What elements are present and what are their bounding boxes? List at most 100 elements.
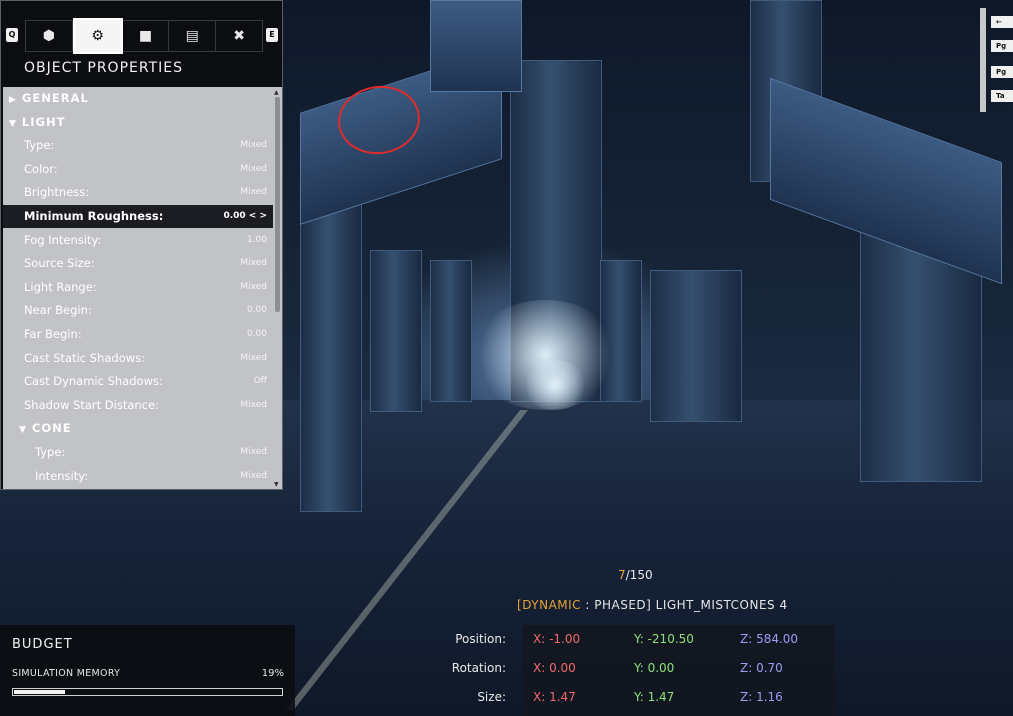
rotation-label: Rotation: [451,661,506,675]
property-label: Brightness: [24,185,89,199]
property-row[interactable]: Light Range: Mixed [3,276,273,299]
property-label: Light Range: [24,280,97,294]
property-value: Off [253,376,267,387]
property-row[interactable]: Fog Intensity: 1.00 [3,229,273,252]
label-text: Near Begin: [24,303,92,318]
label-text: LIGHT [21,114,66,129]
position-z: Z: 584.00 [740,632,799,646]
tab-map[interactable]: ▤ [169,21,217,51]
property-value: 0.00 < > [223,211,267,221]
property-row[interactable]: Shadow Start Distance: Mixed [3,394,273,417]
property-label: Minimum Roughness: [24,209,163,223]
property-label: Color: [24,162,58,176]
size-y: Y: 1.47 [634,690,675,704]
property-value: Mixed [240,187,267,198]
tab-tools[interactable]: ✖ [216,21,262,51]
section-label: ▼ LIGHT [9,115,65,129]
property-value: Mixed [240,352,267,363]
property-value: Mixed [240,399,267,410]
rotation-y: Y: 0.00 [634,661,675,675]
simulation-memory-bar [12,688,283,696]
label-text: Cast Dynamic Shadows: [24,374,163,389]
property-row[interactable]: Color: Mixed [3,158,273,181]
property-value: Mixed [240,281,267,292]
property-row[interactable]: Type: Mixed [3,134,273,157]
property-label: Cast Dynamic Shadows: [24,374,163,388]
property-row[interactable]: Cast Static Shadows: Mixed [3,347,273,370]
collapse-arrow-icon[interactable]: ▼ [19,425,27,435]
property-value: Mixed [240,470,267,481]
property-value: 1.00 [246,234,267,245]
section-label: ▼ CONE [19,421,72,435]
properties-scrollbar[interactable]: ▲ ▼ [274,89,280,488]
rotation-z: Z: 0.70 [740,661,783,675]
gear-icon: ⚙ [91,28,104,44]
property-row[interactable]: Type: Mixed [3,441,273,464]
label-text: CONE [31,421,72,436]
budget-panel: BUDGET SIMULATION MEMORY 19% [0,625,295,716]
scrollbar-thumb[interactable] [275,97,280,312]
label-text: Light Range: [24,279,97,294]
key-hint-tab: Ta [991,90,1013,102]
panel-title: OBJECT PROPERTIES [24,60,183,76]
property-label: Source Size: [24,256,95,270]
label-text: Type: [35,445,66,459]
label-text: Type: [24,138,55,153]
position-label: Position: [455,632,506,646]
property-label: Far Begin: [24,327,82,341]
simulation-memory-fill [14,690,65,694]
property-label: Near Begin: [24,303,92,317]
key-hint-pageup: Pg [991,40,1013,52]
tools-icon: ✖ [233,28,245,44]
tab-folders[interactable]: ■ [123,21,170,51]
property-label: Type: [24,138,54,152]
simulation-memory-label: SIMULATION MEMORY [12,668,121,679]
property-label: Type: [35,445,65,459]
section-header[interactable]: ▼ LIGHT [3,111,273,134]
property-row[interactable]: Source Size: Mixed [3,252,273,275]
label-text: GENERAL [21,91,89,105]
label-text: Fog Intensity: [24,232,102,247]
property-row[interactable]: Near Begin: 0.00 [3,299,273,322]
size-x: X: 1.47 [533,690,576,704]
left-far-pillar [430,260,472,402]
expand-arrow-icon[interactable]: ▶ [9,95,17,105]
scroll-up-arrow-icon[interactable]: ▲ [274,89,279,96]
key-hint-back: ← [991,16,1013,28]
property-label: Shadow Start Distance: [24,398,159,412]
property-value: 0.00 [246,305,267,316]
section-header[interactable]: ▼ CONE [3,417,273,440]
next-tab-key-hint: E [266,28,278,42]
collapse-arrow-icon[interactable]: ▼ [9,119,17,129]
property-value: Mixed [240,163,267,174]
transform-readout: X: -1.00 Y: -210.50 Z: 584.00 X: 0.00 Y:… [523,625,835,716]
property-row[interactable]: Intensity: Mixed [3,465,273,488]
property-label: Cast Static Shadows: [24,351,145,365]
object-name: [DYNAMIC : PHASED] LIGHT_MISTCONES 4 [517,598,788,612]
tab-properties[interactable]: ⚙ [72,18,123,54]
label-text: Shadow Start Distance: [24,397,159,412]
object-tag-rest: : PHASED] LIGHT_MISTCONES 4 [581,598,788,612]
label-text: Intensity: [35,468,89,483]
property-row-selected[interactable]: Minimum Roughness: 0.00 < > [3,205,273,228]
property-row[interactable]: Far Begin: 0.00 [3,323,273,346]
scroll-down-arrow-icon[interactable]: ▼ [274,481,279,488]
object-total: /150 [625,568,653,582]
label-text: Brightness: [24,185,90,200]
properties-list[interactable]: ▶ GENERAL ▼ LIGHT Type: Mixed Color: Mixed Brigh… [3,87,282,489]
property-row[interactable]: Brightness: Mixed [3,181,273,204]
right-inner-pillar [650,270,742,422]
object-tag-dynamic: DYNAMIC [522,598,582,612]
section-label: ▶ GENERAL [9,91,89,105]
panel-tabs: ⬢ ⚙ ■ ▤ ✖ [25,18,263,54]
simulation-memory-percent: 19% [261,668,284,679]
budget-title: BUDGET [12,637,73,652]
property-value: Mixed [240,447,267,457]
property-row[interactable]: Cast Dynamic Shadows: Off [3,370,273,393]
label-text: Cast Static Shadows: [24,350,146,365]
rotation-x: X: 0.00 [533,661,576,675]
tab-object[interactable]: ⬢ [26,21,73,51]
label-text: Source Size: [24,256,95,271]
prev-tab-key-hint: Q [6,28,18,42]
section-header[interactable]: ▶ GENERAL [3,87,273,110]
